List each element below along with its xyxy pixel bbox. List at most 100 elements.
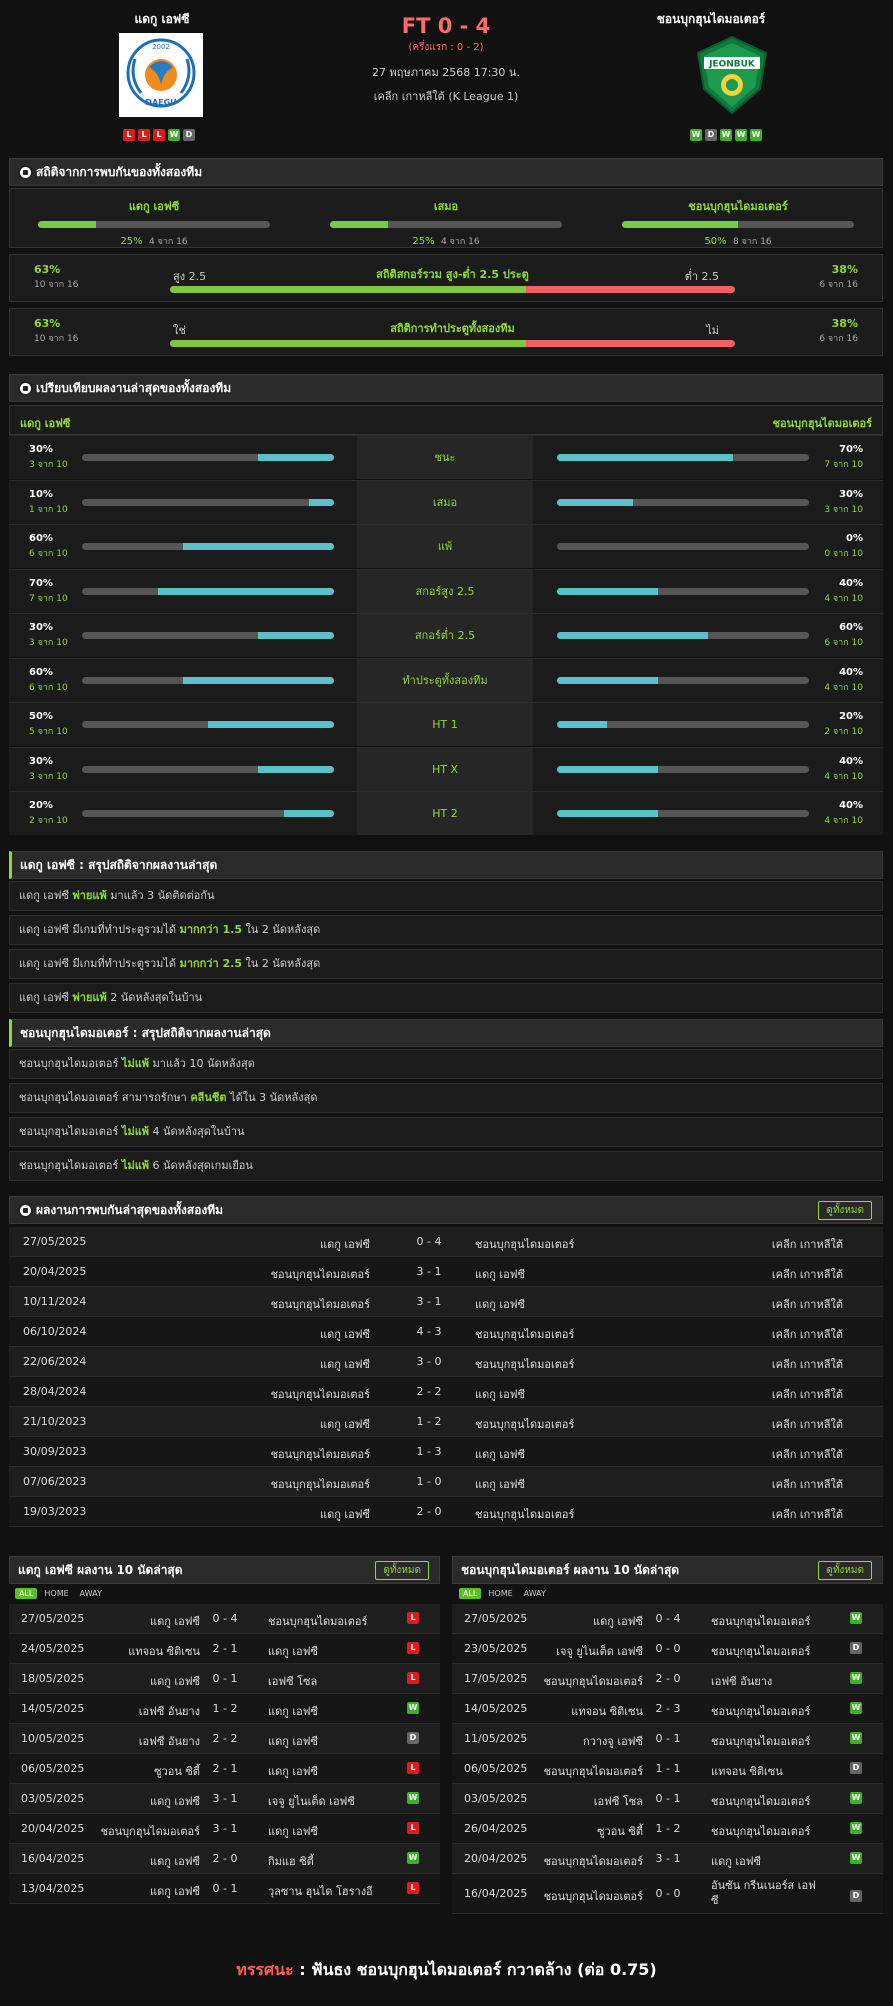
home-team[interactable]: ชอนบุกฮุนไดมอเตอร์ [271,1385,370,1403]
away-team[interactable]: แดกู เอฟซี [475,1475,525,1493]
home-team[interactable]: แดกู เอฟซี [320,1355,370,1373]
match-score[interactable]: 3 - 1 [205,1822,245,1835]
match-score[interactable]: 0 - 1 [205,1882,245,1895]
away-team-logo[interactable]: JEONBUK [690,33,774,117]
home-team[interactable]: แทจอน ซิติเซน [128,1642,200,1660]
table-row[interactable]: 14/05/2025 เอฟซี อันยาง 1 - 2 แดกู เอฟซี W [9,1694,440,1724]
away-team[interactable]: แดกู เอฟซี [475,1265,525,1283]
match-score[interactable]: 1 - 1 [648,1762,688,1775]
away-team[interactable]: ชอนบุกฮุนไดมอเตอร์ [475,1505,574,1523]
match-score[interactable]: 2 - 0 [205,1852,245,1865]
away-team[interactable]: แดกู เอฟซี [268,1642,318,1660]
tab-away[interactable]: AWAY [520,1588,550,1599]
table-row[interactable]: 19/03/2023 แดกู เอฟซี 2 - 0 ชอนบุกฮุนไดมอเต… [9,1497,883,1527]
match-score[interactable]: 0 - 1 [648,1792,688,1805]
table-row[interactable]: 21/10/2023 แดกู เอฟซี 1 - 2 ชอนบุกฮุนไดมอเต… [9,1407,883,1437]
match-score[interactable]: 3 - 1 [205,1792,245,1805]
away-team[interactable]: ชอนบุกฮุนไดมอเตอร์ [475,1235,574,1253]
table-row[interactable]: 06/05/2025 ชอนบุกฮุนไดมอเตอร์ 1 - 1 แทจอน ซ… [452,1754,883,1784]
away-team[interactable]: แทจอน ซิติเซน [711,1762,783,1780]
view-all-button[interactable]: ดูทั้งหมด [375,1561,429,1580]
match-score[interactable]: 3 - 1 [648,1852,688,1865]
home-team[interactable]: ชอนบุกฮุนไดมอเตอร์ [544,1762,643,1780]
home-team[interactable]: ชอนบุกฮุนไดมอเตอร์ [271,1265,370,1283]
home-team[interactable]: แดกู เอฟซี [150,1882,200,1900]
table-row[interactable]: 06/10/2024 แดกู เอฟซี 4 - 3 ชอนบุกฮุนไดมอเต… [9,1317,883,1347]
home-team[interactable]: แดกู เอฟซี [150,1852,200,1870]
away-team[interactable]: แดกู เอฟซี [268,1762,318,1780]
match-score[interactable]: 1 - 0 [405,1475,453,1488]
match-score[interactable]: 0 - 4 [648,1612,688,1625]
home-team[interactable]: ชอนบุกฮุนไดมอเตอร์ [271,1295,370,1313]
home-team[interactable]: ซูวอน ซิตี้ [154,1762,200,1780]
away-team[interactable]: วุลซาน ฮุนได โฮรางอี [268,1882,373,1900]
table-row[interactable]: 27/05/2025 แดกู เอฟซี 0 - 4 ชอนบุกฮุนไดมอเต… [9,1227,883,1257]
table-row[interactable]: 14/05/2025 แทจอน ซิติเซน 2 - 3 ชอนบุกฮุนไดม… [452,1694,883,1724]
away-team[interactable]: ชอนบุกฮุนไดมอเตอร์ [268,1612,367,1630]
match-score[interactable]: 2 - 3 [648,1702,688,1715]
home-team[interactable]: ชอนบุกฮุนไดมอเตอร์ [544,1887,643,1905]
match-score[interactable]: 1 - 3 [405,1445,453,1458]
away-team[interactable]: กิมแฮ ซิตี้ [268,1852,314,1870]
home-team[interactable]: แดกู เอฟซี [320,1235,370,1253]
home-team-logo[interactable]: 2002 DAEGU [119,33,203,117]
away-team[interactable]: ชอนบุกฮุนไดมอเตอร์ [475,1325,574,1343]
home-team[interactable]: แดกู เอฟซี [150,1672,200,1690]
table-row[interactable]: 28/04/2024 ชอนบุกฮุนไดมอเตอร์ 2 - 2 แดกู เอ… [9,1377,883,1407]
home-team[interactable]: แดกู เอฟซี [150,1792,200,1810]
match-score[interactable]: 0 - 4 [205,1612,245,1625]
home-team[interactable]: ชอนบุกฮุนไดมอเตอร์ [271,1475,370,1493]
home-team[interactable]: ชอนบุกฮุนไดมอเตอร์ [271,1445,370,1463]
match-score[interactable]: 2 - 0 [405,1505,453,1518]
away-team[interactable]: ชอนบุกฮุนไดมอเตอร์ [711,1702,810,1720]
away-team[interactable]: เจจู ยูไนเต็ด เอฟซี [268,1792,355,1810]
table-row[interactable]: 07/06/2023 ชอนบุกฮุนไดมอเตอร์ 1 - 0 แดกู เอ… [9,1467,883,1497]
away-team[interactable]: แดกู เอฟซี [475,1445,525,1463]
match-score[interactable]: 0 - 1 [648,1732,688,1745]
table-row[interactable]: 10/05/2025 เอฟซี อันยาง 2 - 2 แดกู เอฟซี D [9,1724,440,1754]
table-row[interactable]: 16/04/2025 ชอนบุกฮุนไดมอเตอร์ 0 - 0 อันซัน … [452,1874,883,1914]
match-score[interactable]: 4 - 3 [405,1325,453,1338]
match-score[interactable]: 0 - 1 [205,1672,245,1685]
away-team[interactable]: แดกู เอฟซี [268,1822,318,1840]
away-team[interactable]: เอฟซี อันยาง [711,1672,772,1690]
away-team[interactable]: แดกู เอฟซี [268,1702,318,1720]
home-team[interactable]: กวางจู เอฟซี [583,1732,643,1750]
tab-away[interactable]: AWAY [76,1588,106,1599]
away-team[interactable]: ชอนบุกฮุนไดมอเตอร์ [711,1822,810,1840]
away-team[interactable]: ชอนบุกฮุนไดมอเตอร์ [475,1355,574,1373]
away-team[interactable]: ชอนบุกฮุนไดมอเตอร์ [711,1792,810,1810]
match-score[interactable]: 2 - 1 [205,1642,245,1655]
match-score[interactable]: 2 - 2 [205,1732,245,1745]
home-team[interactable]: แดกู เอฟซี [593,1612,643,1630]
match-score[interactable]: 3 - 1 [405,1265,453,1278]
away-team[interactable]: เอฟซี โซล [268,1672,317,1690]
away-team[interactable]: ชอนบุกฮุนไดมอเตอร์ [711,1642,810,1660]
table-row[interactable]: 10/11/2024 ชอนบุกฮุนไดมอเตอร์ 3 - 1 แดกู เอ… [9,1287,883,1317]
away-team[interactable]: ชอนบุกฮุนไดมอเตอร์ [475,1415,574,1433]
table-row[interactable]: 20/04/2025 ชอนบุกฮุนไดมอเตอร์ 3 - 1 แดกู เอ… [452,1844,883,1874]
table-row[interactable]: 06/05/2025 ซูวอน ซิตี้ 2 - 1 แดกู เอฟซี L [9,1754,440,1784]
home-team[interactable]: ซูวอน ซิตี้ [597,1822,643,1840]
table-row[interactable]: 16/04/2025 แดกู เอฟซี 2 - 0 กิมแฮ ซิตี้ W [9,1844,440,1874]
table-row[interactable]: 24/05/2025 แทจอน ซิติเซน 2 - 1 แดกู เอฟซี L [9,1634,440,1664]
home-team[interactable]: แดกู เอฟซี [320,1415,370,1433]
match-score[interactable]: 2 - 2 [405,1385,453,1398]
table-row[interactable]: 30/09/2023 ชอนบุกฮุนไดมอเตอร์ 1 - 3 แดกู เอ… [9,1437,883,1467]
away-team[interactable]: แดกู เอฟซี [475,1295,525,1313]
table-row[interactable]: 27/05/2025 แดกู เอฟซี 0 - 4 ชอนบุกฮุนไดมอเต… [452,1604,883,1634]
home-team[interactable]: แทจอน ซิติเซน [571,1702,643,1720]
table-row[interactable]: 03/05/2025 แดกู เอฟซี 3 - 1 เจจู ยูไนเต็ด เ… [9,1784,440,1814]
tab-home[interactable]: HOME [40,1588,72,1599]
away-team[interactable]: แดกู เอฟซี [711,1852,761,1870]
table-row[interactable]: 27/05/2025 แดกู เอฟซี 0 - 4 ชอนบุกฮุนไดมอเต… [9,1604,440,1634]
table-row[interactable]: 22/06/2024 แดกู เอฟซี 3 - 0 ชอนบุกฮุนไดมอเต… [9,1347,883,1377]
away-team-name[interactable]: ชอนบุกฮุนไดมอเตอร์ [591,10,831,29]
table-row[interactable]: 23/05/2025 เจจู ยูไนเต็ด เอฟซี 0 - 0 ชอนบุก… [452,1634,883,1664]
match-score[interactable]: 0 - 4 [405,1235,453,1248]
home-team[interactable]: เอฟซี อันยาง [139,1702,200,1720]
view-all-button[interactable]: ดูทั้งหมด [818,1561,872,1580]
table-row[interactable]: 11/05/2025 กวางจู เอฟซี 0 - 1 ชอนบุกฮุนไดมอ… [452,1724,883,1754]
tab-all[interactable]: ALL [15,1588,38,1599]
tab-home[interactable]: HOME [484,1588,516,1599]
